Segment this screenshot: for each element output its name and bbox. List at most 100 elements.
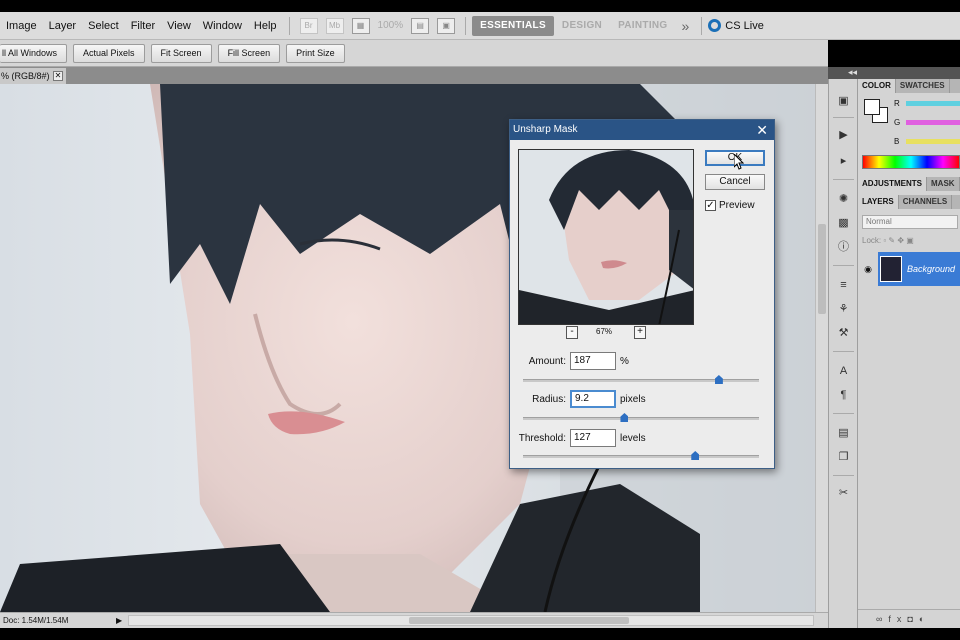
layer-comps-panel-icon[interactable]: ❐ [835, 449, 852, 465]
collapse-panels-icon[interactable]: ◂◂ [848, 67, 857, 78]
workspace-essentials[interactable]: ESSENTIALS [472, 15, 554, 36]
menu-filter[interactable]: Filter [125, 12, 161, 40]
actions-panel-icon[interactable]: ▶ [835, 127, 852, 143]
tab-layers[interactable]: LAYERS [858, 195, 899, 209]
color-panel-tabs: COLOR SWATCHES [858, 79, 960, 93]
layer-name: Background [907, 264, 956, 274]
threshold-slider-knob[interactable] [691, 451, 700, 460]
actual-pixels-button[interactable]: Actual Pixels [73, 43, 145, 63]
color-spectrum[interactable] [862, 155, 960, 169]
layer-selected[interactable]: Background [878, 252, 960, 286]
horizontal-scrollbar[interactable] [128, 615, 814, 626]
tab-adjustments[interactable]: ADJUSTMENTS [858, 177, 928, 191]
eye-icon[interactable]: ◉ [858, 252, 878, 286]
character-panel-icon[interactable]: A [835, 363, 852, 379]
blue-channel-slider[interactable]: B [894, 137, 960, 146]
horizontal-scroll-thumb[interactable] [409, 617, 629, 624]
filter-preview[interactable] [518, 149, 694, 325]
panel-separator [833, 413, 854, 414]
preview-checkbox[interactable]: ✓ Preview [705, 200, 755, 211]
tab-channels[interactable]: CHANNELS [899, 195, 953, 209]
blue-channel-bar[interactable] [906, 139, 960, 144]
cancel-button[interactable]: Cancel [705, 174, 765, 190]
menu-separator [288, 16, 290, 35]
vertical-scrollbar[interactable] [815, 84, 828, 612]
adjustment-layer-icon[interactable]: ◐ [919, 614, 930, 624]
tab-swatches[interactable]: SWATCHES [896, 79, 950, 93]
history-panel-icon[interactable]: ▣ [835, 93, 852, 109]
green-channel-slider[interactable]: G [894, 118, 960, 127]
bottom-letterbox [0, 628, 960, 640]
menu-layer[interactable]: Layer [43, 12, 83, 40]
tab-masks[interactable]: MASK [927, 177, 960, 191]
view-extras-icon[interactable]: ▦ [351, 17, 370, 34]
play-panel-icon[interactable]: ▸ [835, 153, 852, 169]
clone-source-panel-icon[interactable]: ⚘ [835, 301, 852, 317]
tools-panel-icon[interactable]: ✂ [835, 485, 852, 501]
menu-separator [465, 16, 467, 35]
menu-window[interactable]: Window [197, 12, 248, 40]
panel-icon-column: ▣ ▶ ▸ ✺ ▩ ⓘ ≡ ⚘ ⚒ A ¶ ▤ ❐ ✂ [828, 79, 858, 628]
mini-bridge-icon[interactable]: Mb [325, 17, 344, 34]
tool-presets-panel-icon[interactable]: ⚒ [835, 325, 852, 341]
status-bar: Doc: 1.54M/1.54M ▶ [0, 612, 828, 628]
radius-slider[interactable] [523, 413, 759, 422]
tab-color[interactable]: COLOR [858, 79, 896, 93]
close-document-icon[interactable]: ✕ [53, 71, 63, 81]
amount-slider-knob[interactable] [714, 375, 723, 384]
navigator-panel-icon[interactable]: ✺ [835, 191, 852, 207]
layer-row-background[interactable]: ◉ Background [858, 252, 960, 286]
workspace-design[interactable]: DESIGN [554, 16, 610, 36]
lock-icons[interactable]: ▫ ✎ ✥ ▣ [883, 236, 913, 245]
status-menu-arrow-icon[interactable]: ▶ [116, 616, 128, 625]
red-channel-bar[interactable] [906, 101, 960, 106]
blue-channel-label: B [894, 137, 900, 146]
preview-checkbox-box[interactable]: ✓ [705, 200, 716, 211]
scroll-all-windows-option[interactable]: ll All Windows [0, 43, 68, 63]
preview-image [519, 150, 693, 324]
more-workspaces-chevron-icon[interactable]: » [682, 18, 690, 34]
amount-input[interactable]: 187 [570, 352, 616, 370]
options-bar: ll All Windows Actual Pixels Fit Screen … [0, 40, 828, 67]
vertical-scroll-thumb[interactable] [818, 224, 826, 314]
close-icon[interactable]: ✕ [756, 120, 768, 140]
brushes-panel-icon[interactable]: ≡ [835, 277, 852, 293]
threshold-row: Threshold: 127 levels [510, 428, 646, 448]
layer-style-icon[interactable]: fx [888, 614, 907, 624]
screen-mode-icon[interactable]: ▣ [437, 17, 456, 34]
radius-slider-knob[interactable] [620, 413, 629, 422]
notes-panel-icon[interactable]: ▤ [835, 425, 852, 441]
print-size-button[interactable]: Print Size [286, 43, 345, 63]
zoom-in-button[interactable]: + [634, 326, 646, 339]
menu-view[interactable]: View [161, 12, 197, 40]
add-mask-icon[interactable]: ◘ [907, 614, 918, 624]
threshold-input[interactable]: 127 [570, 429, 616, 447]
panels-column: COLOR SWATCHES R G B ADJUSTMENTS MASK LA… [858, 79, 960, 628]
histogram-panel-icon[interactable]: ▩ [835, 215, 852, 231]
menu-image[interactable]: Image [0, 12, 43, 40]
dialog-title: Unsharp Mask [513, 124, 578, 135]
threshold-slider[interactable] [523, 451, 759, 460]
zoom-level[interactable]: 100% [378, 20, 404, 31]
fit-screen-button[interactable]: Fit Screen [150, 43, 212, 63]
menu-separator [701, 16, 703, 35]
document-tab[interactable]: % (RGB/8#) ✕ [0, 68, 66, 84]
fill-screen-button[interactable]: Fill Screen [217, 43, 281, 63]
amount-slider[interactable] [523, 375, 759, 384]
foreground-color-swatch[interactable] [864, 99, 880, 115]
arrange-documents-icon[interactable]: ▤ [411, 17, 430, 34]
dialog-title-bar[interactable]: Unsharp Mask ✕ [510, 120, 774, 140]
green-channel-bar[interactable] [906, 120, 960, 125]
link-layers-icon[interactable]: ∞ [876, 614, 888, 624]
info-panel-icon[interactable]: ⓘ [835, 239, 852, 255]
bridge-icon[interactable]: Br [299, 17, 318, 34]
paragraph-panel-icon[interactable]: ¶ [835, 387, 852, 403]
menu-select[interactable]: Select [82, 12, 125, 40]
menu-help[interactable]: Help [248, 12, 283, 40]
workspace-painting[interactable]: PAINTING [610, 16, 675, 36]
radius-input[interactable]: 9.2 [570, 390, 616, 408]
blend-mode-select[interactable]: Normal [862, 215, 958, 229]
zoom-out-button[interactable]: - [566, 326, 578, 339]
cs-live-button[interactable]: CS Live [708, 19, 764, 32]
red-channel-slider[interactable]: R [894, 99, 960, 108]
